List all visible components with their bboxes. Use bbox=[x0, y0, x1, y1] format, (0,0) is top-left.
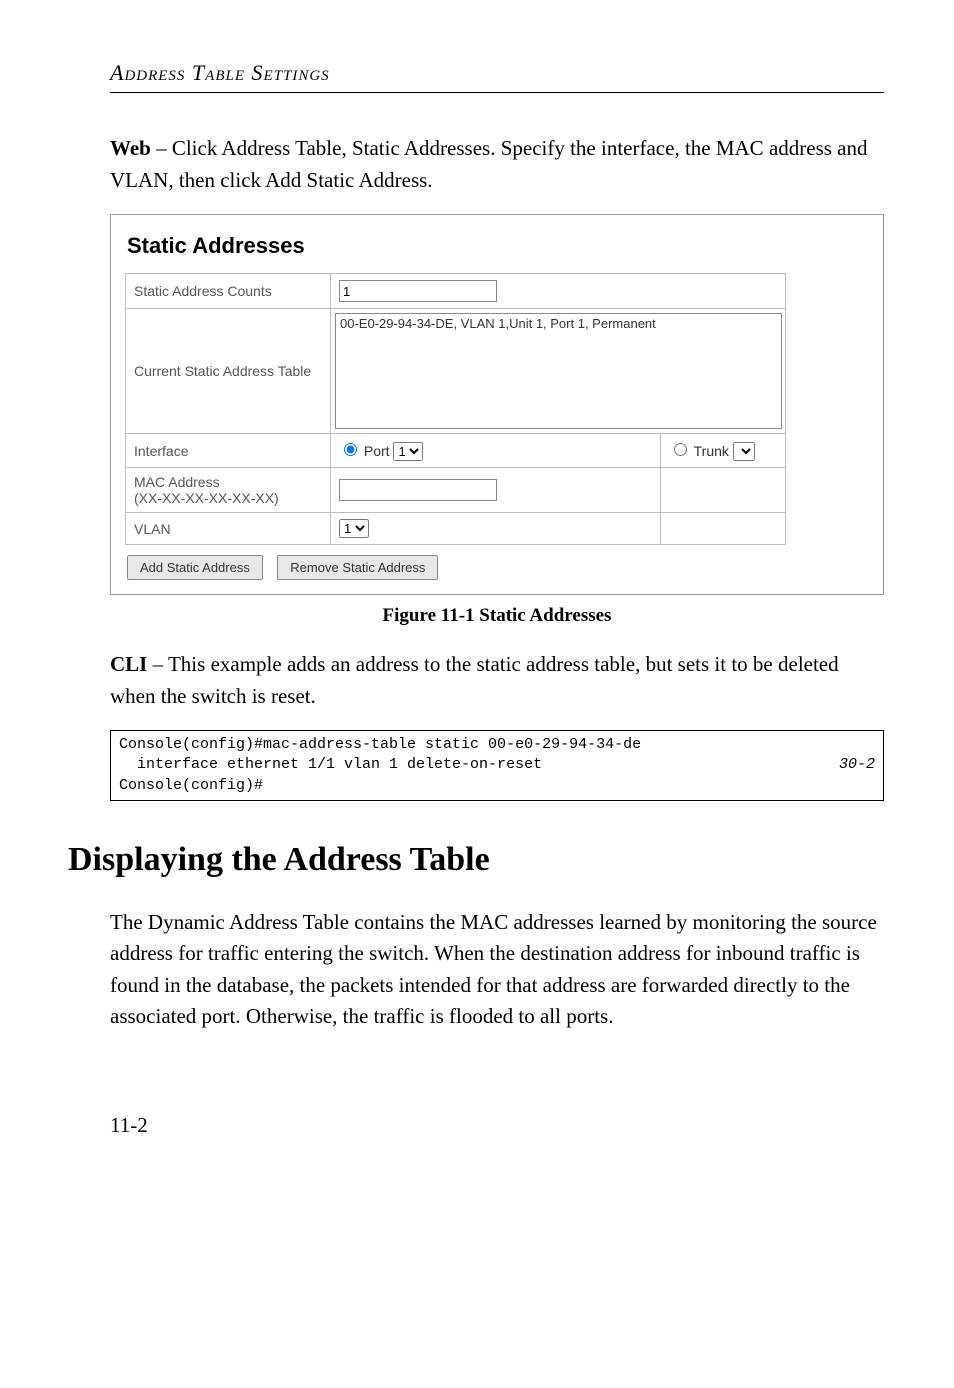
panel-title: Static Addresses bbox=[127, 233, 871, 259]
vlan-label: VLAN bbox=[126, 513, 331, 545]
cli-text: – This example adds an address to the st… bbox=[110, 652, 839, 708]
trunk-label-text: Trunk bbox=[694, 443, 729, 459]
web-label: Web bbox=[110, 136, 151, 160]
port-radio[interactable] bbox=[344, 443, 357, 456]
mac-label-cell: MAC Address (XX-XX-XX-XX-XX-XX) bbox=[126, 468, 331, 513]
add-static-button[interactable]: Add Static Address bbox=[127, 555, 263, 580]
code-line-1: Console(config)#mac-address-table static… bbox=[119, 736, 641, 753]
port-radio-label[interactable]: Port bbox=[339, 443, 393, 459]
code-line-2: interface ethernet 1/1 vlan 1 delete-on-… bbox=[119, 756, 542, 773]
code-ref: 30-2 bbox=[839, 755, 875, 775]
body-paragraph: The Dynamic Address Table contains the M… bbox=[110, 907, 884, 1033]
current-table-listbox[interactable]: 00-E0-29-94-34-DE, VLAN 1,Unit 1, Port 1… bbox=[335, 313, 782, 429]
cli-label: CLI bbox=[110, 652, 147, 676]
trunk-radio[interactable] bbox=[674, 443, 687, 456]
header-rule bbox=[110, 92, 884, 93]
static-count-field bbox=[339, 280, 497, 302]
trunk-radio-label[interactable]: Trunk bbox=[669, 443, 733, 459]
section-header: Address Table Settings bbox=[110, 60, 884, 86]
mac-field[interactable] bbox=[339, 479, 497, 501]
mac-label: MAC Address bbox=[134, 474, 220, 490]
page-number: 11-2 bbox=[110, 1113, 884, 1138]
port-label-text: Port bbox=[364, 443, 390, 459]
figure-caption: Figure 11-1 Static Addresses bbox=[110, 605, 884, 627]
web-paragraph: Web – Click Address Table, Static Addres… bbox=[110, 133, 884, 196]
static-addresses-panel: Static Addresses Static Address Counts C… bbox=[110, 214, 884, 595]
mac-hint: (XX-XX-XX-XX-XX-XX) bbox=[134, 490, 279, 506]
port-select[interactable]: 1 bbox=[393, 442, 423, 461]
current-table-label: Current Static Address Table bbox=[126, 309, 331, 434]
cli-paragraph: CLI – This example adds an address to th… bbox=[110, 649, 884, 712]
code-block: Console(config)#mac-address-table static… bbox=[110, 730, 884, 801]
heading-displaying: Displaying the Address Table bbox=[68, 841, 884, 879]
vlan-select[interactable]: 1 bbox=[339, 519, 369, 538]
web-text: – Click Address Table, Static Addresses.… bbox=[110, 136, 868, 192]
code-line-3: Console(config)# bbox=[119, 777, 263, 794]
interface-label: Interface bbox=[126, 434, 331, 468]
remove-static-button[interactable]: Remove Static Address bbox=[277, 555, 438, 580]
static-count-label: Static Address Counts bbox=[126, 274, 331, 309]
trunk-select[interactable] bbox=[733, 442, 755, 461]
